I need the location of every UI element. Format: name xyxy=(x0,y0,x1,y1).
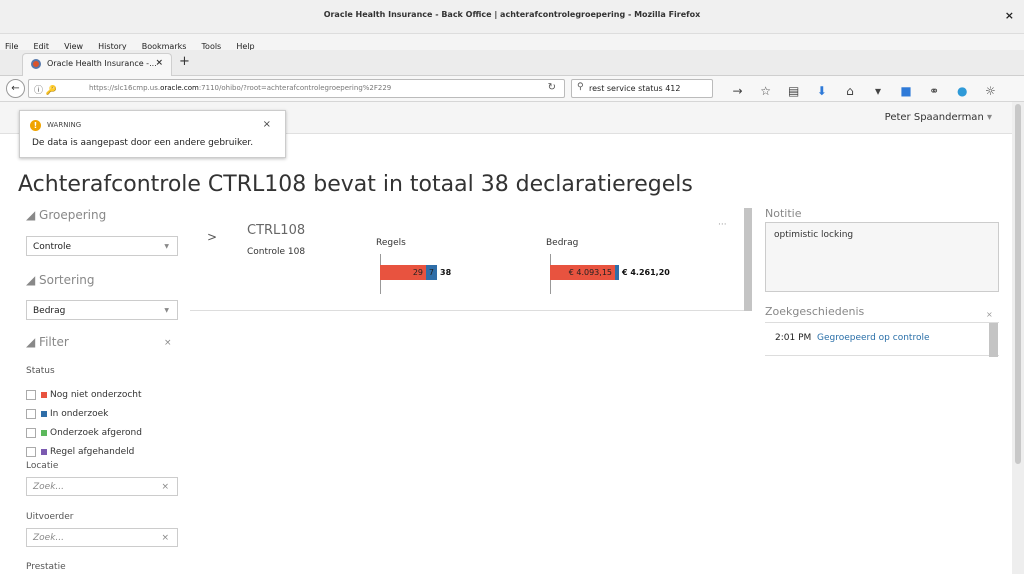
grouping-value: Controle xyxy=(33,242,72,252)
grouping-select[interactable]: Controle ▼ xyxy=(26,236,178,256)
chevron-down-icon: ▾ xyxy=(986,112,992,123)
notes-text: optimistic locking xyxy=(774,230,854,240)
home-icon[interactable]: ⌂ xyxy=(838,84,861,98)
checkbox[interactable] xyxy=(26,427,36,438)
tab-bar: Oracle Health Insurance -... × xyxy=(0,50,1024,77)
search-query: rest service status 412 xyxy=(589,84,681,93)
history-scrollbar[interactable] xyxy=(989,323,998,357)
download-icon[interactable]: ⬇ xyxy=(810,84,833,98)
toast-close-button[interactable]: × xyxy=(263,119,271,130)
group-code: CTRL108 xyxy=(247,223,306,238)
uitvoerder-input[interactable]: Zoek... × xyxy=(26,528,178,547)
filter-clear-button[interactable]: × xyxy=(164,338,172,348)
regels-segment-1: 7 xyxy=(426,265,437,280)
window-title: Oracle Health Insurance - Back Office | … xyxy=(323,10,701,19)
clear-icon[interactable]: × xyxy=(161,533,169,543)
history-close-button[interactable]: × xyxy=(986,310,993,319)
status-swatch xyxy=(41,391,47,398)
bookmark-star-icon[interactable]: ☆ xyxy=(754,84,777,98)
tab-close-button[interactable]: × xyxy=(155,58,163,68)
status-option[interactable]: Nog niet onderzocht xyxy=(26,384,142,400)
new-tab-button[interactable]: + xyxy=(179,54,190,69)
status-option[interactable]: In onderzoek xyxy=(26,403,108,419)
menubar: File Edit View History Bookmarks Tools H… xyxy=(0,34,1024,51)
status-swatch xyxy=(41,429,47,436)
favicon-icon xyxy=(31,59,41,69)
window-titlebar: Oracle Health Insurance - Back Office | … xyxy=(0,0,1024,34)
clear-icon[interactable]: × xyxy=(161,482,169,492)
chevron-down-icon: ▼ xyxy=(164,243,169,250)
history-link[interactable]: Gegroepeerd op controle xyxy=(817,333,930,343)
bedrag-segment-1 xyxy=(615,265,619,280)
more-options-icon[interactable]: ··· xyxy=(718,220,727,230)
prestatie-label: Prestatie xyxy=(26,562,66,572)
bedrag-total: € 4.261,20 xyxy=(622,268,670,277)
history-time: 2:01 PM xyxy=(775,333,812,343)
settings-addon-icon[interactable]: ☼ xyxy=(979,84,1002,98)
site-info-icon[interactable]: ⓘ 🔑 xyxy=(34,83,57,96)
tab-label: Oracle Health Insurance -... xyxy=(47,59,157,68)
status-option[interactable]: Regel afgehandeld xyxy=(26,441,134,457)
locatie-label: Locatie xyxy=(26,461,59,471)
status-option[interactable]: Onderzoek afgerond xyxy=(26,422,142,438)
addon-icon[interactable]: ● xyxy=(951,84,974,98)
search-icon: ⚲ xyxy=(577,82,584,92)
navigation-bar: ← ⓘ 🔑 https://slc16cmp.us.oracle.com:711… xyxy=(0,76,1024,117)
back-button[interactable]: ← xyxy=(6,79,25,98)
library-icon[interactable]: ▤ xyxy=(782,84,805,98)
checkbox[interactable] xyxy=(26,389,36,400)
card-scrollbar[interactable] xyxy=(744,208,752,311)
group-description: Controle 108 xyxy=(247,247,306,257)
grouping-title[interactable]: ◢ Groepering xyxy=(26,208,106,222)
warning-icon: ! xyxy=(30,120,41,131)
sorting-select[interactable]: Bedrag ▼ xyxy=(26,300,178,320)
sorting-value: Bedrag xyxy=(33,306,66,316)
chevron-down-icon: ▼ xyxy=(164,307,169,314)
notes-textarea[interactable]: optimistic locking xyxy=(765,222,999,292)
history-list: 2:01 PM Gegroepeerd op controle xyxy=(765,322,999,357)
scrollbar-thumb[interactable] xyxy=(1015,104,1021,464)
regels-title: Regels xyxy=(376,238,406,248)
status-swatch xyxy=(41,410,47,417)
toast-message: De data is aangepast door een andere geb… xyxy=(32,138,254,148)
bedrag-segment-0: € 4.093,15 xyxy=(550,265,615,280)
uitvoerder-label: Uitvoerder xyxy=(26,512,74,522)
toast-title: WARNING xyxy=(47,121,82,129)
notes-title: Notitie xyxy=(765,207,802,220)
page-title: Achterafcontrole CTRL108 bevat in totaal… xyxy=(18,172,693,197)
checkbox[interactable] xyxy=(26,446,36,457)
status-swatch xyxy=(41,448,47,455)
warning-toast: ! WARNING × De data is aangepast door ee… xyxy=(19,110,286,158)
window-close-button[interactable]: × xyxy=(1005,9,1014,22)
pocket-icon[interactable]: ▾ xyxy=(866,84,889,98)
locatie-input[interactable]: Zoek... × xyxy=(26,477,178,496)
history-title: Zoekgeschiedenis xyxy=(765,305,865,318)
go-arrow-icon[interactable]: → xyxy=(726,84,749,98)
regels-segment-0: 29 xyxy=(380,265,426,280)
checkbox[interactable] xyxy=(26,408,36,419)
extension-icon[interactable]: ■ xyxy=(895,84,918,98)
sync-icon[interactable]: ⚭ xyxy=(923,84,946,98)
group-card: > CTRL108 Controle 108 ··· Regels 29 7 38 … xyxy=(190,208,752,311)
user-menu[interactable]: Peter Spaanderman ▾ xyxy=(885,112,992,123)
search-bar[interactable]: ⚲ rest service status 412 xyxy=(571,79,713,98)
bedrag-title: Bedrag xyxy=(546,238,579,248)
filter-title[interactable]: ◢ Filter xyxy=(26,335,69,349)
status-label: Status xyxy=(26,366,55,376)
reload-icon[interactable]: ↻ xyxy=(548,82,556,93)
page-scrollbar[interactable] xyxy=(1012,102,1024,574)
expand-chevron-icon[interactable]: > xyxy=(207,230,217,244)
regels-total: 38 xyxy=(440,268,452,277)
sorting-title[interactable]: ◢ Sortering xyxy=(26,273,95,287)
url-text: https://slc16cmp.us.oracle.com:7110/ohib… xyxy=(89,84,392,92)
url-bar[interactable]: ⓘ 🔑 https://slc16cmp.us.oracle.com:7110/… xyxy=(28,79,565,98)
browser-tab[interactable]: Oracle Health Insurance -... × xyxy=(22,53,172,77)
